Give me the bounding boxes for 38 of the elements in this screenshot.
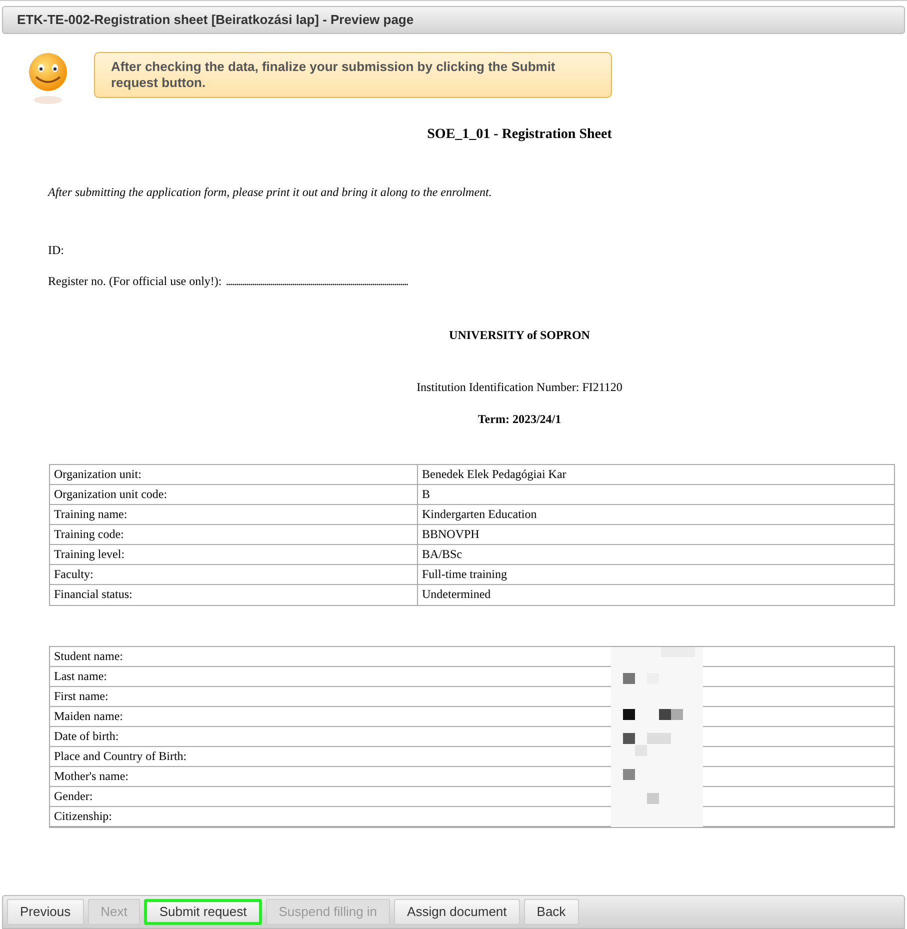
table-cell: Place and Country of Birth: [54, 749, 187, 763]
table-cell-text: Benedek Elek Pedagógiai Kar [421, 466, 568, 483]
instruction-note: After submitting the application form, please print it out and bring it along to the enrolment. [48, 185, 492, 199]
table-cell: Maiden name: [54, 709, 123, 723]
toolbar-button[interactable]: Submit request [144, 899, 262, 925]
table-cell-text: Kindergarten Education [421, 506, 538, 523]
table-cell-text: B [421, 486, 432, 503]
hint-bubble: After checking the data, finalize your submission by clicking the Submit request button. [94, 52, 612, 98]
table-cell: Organization unit code: [50, 485, 418, 504]
table-cell: Training level: [50, 545, 418, 564]
table-cell: Faculty: [50, 565, 418, 584]
table-cell: Last name: [54, 669, 107, 683]
table-cell: Citizenship: [54, 809, 112, 823]
id-label: ID: [48, 243, 64, 257]
toolbar-button[interactable]: Back [524, 899, 579, 925]
toolbar-button[interactable]: Previous [7, 899, 84, 925]
table-cell: Date of birth: [54, 729, 119, 743]
document-title: SOE_1_01 - Registration Sheet [427, 126, 612, 144]
register-label: Register no. (For official use only!): [48, 273, 222, 290]
institution-name: UNIVERSITY of SOPRON [449, 327, 590, 344]
table-cell-text: Undetermined [421, 586, 492, 603]
table-cell: First name: [54, 689, 108, 703]
table-cell: Gender: [54, 789, 93, 803]
table-cell-text: Full-time training [421, 566, 508, 583]
toolbar-button[interactable]: Assign document [394, 899, 520, 925]
smiley-icon [26, 52, 70, 106]
table-cell: Training code: [50, 525, 418, 544]
table-cell: Training name: [50, 505, 418, 524]
table-cell: Organization unit: [50, 465, 418, 484]
table-cell-text: BA/BSc [421, 546, 464, 563]
table-cell: Financial status: [50, 585, 418, 605]
register-fill-line: ........................................................................................... [226, 273, 408, 290]
term: Term: 2023/24/1 [478, 411, 562, 428]
table-cell: Student name: [54, 649, 123, 663]
window-title: ETK-TE-002-Registration sheet [Beiratkozási lap] - Preview page [2, 6, 905, 34]
institution-id: Institution Identification Number: FI21120 [416, 379, 622, 396]
table-cell: Mother's name: [54, 769, 128, 783]
table-cell-text: BBNOVPH [421, 526, 480, 543]
